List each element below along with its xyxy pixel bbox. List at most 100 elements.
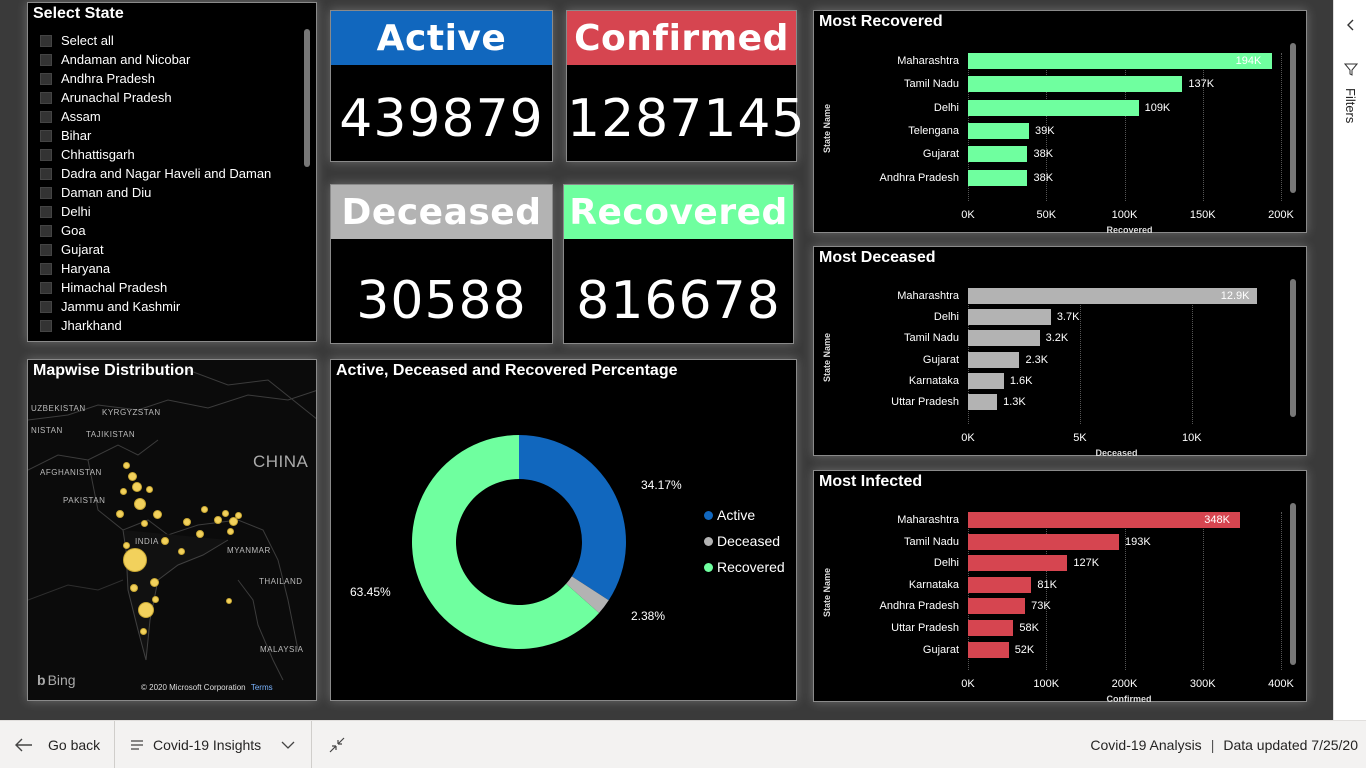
state-slicer[interactable]: Select State Select all Andaman and Nicob… <box>27 2 317 342</box>
slicer-item[interactable]: Gujarat <box>40 240 296 259</box>
most-deceased-chart[interactable]: 0K 5K 10K Maharashtra 12.9K Delhi 3.7K Tamil Na… <box>822 288 1259 458</box>
slicer-item[interactable]: Select all <box>40 31 296 50</box>
map-bubble[interactable] <box>130 584 138 592</box>
bar-row[interactable]: Karnataka 1.6K <box>909 372 1259 389</box>
map-bubble[interactable] <box>178 548 185 555</box>
bar-row[interactable]: Karnataka 81K <box>909 576 1281 593</box>
bar[interactable] <box>968 76 1183 93</box>
map-bubble[interactable] <box>141 520 148 527</box>
map-bubble[interactable] <box>128 472 137 481</box>
checkbox[interactable] <box>40 281 52 294</box>
bar[interactable] <box>968 372 1004 389</box>
bar-row[interactable]: Uttar Pradesh 1.3K <box>891 394 1259 410</box>
slicer-item[interactable]: Chhattisgarh <box>40 145 296 164</box>
checkbox[interactable] <box>40 129 52 142</box>
bar-row[interactable]: Delhi 127K <box>934 555 1281 572</box>
map-bubble[interactable] <box>201 506 208 513</box>
collapse-chevron-icon[interactable] <box>1344 18 1358 32</box>
checkbox[interactable] <box>40 205 52 218</box>
slicer-item[interactable]: Delhi <box>40 202 296 221</box>
bar-row[interactable]: Gujarat 2.3K <box>923 351 1259 368</box>
map-bubble[interactable] <box>134 498 146 510</box>
slicer-item[interactable]: Andaman and Nicobar <box>40 50 296 69</box>
most-infected-scrollbar[interactable] <box>1290 503 1296 665</box>
slicer-scrollbar[interactable] <box>304 29 310 167</box>
map-bubble[interactable] <box>152 596 159 603</box>
bar[interactable] <box>968 330 1040 347</box>
slicer-item[interactable]: Dadra and Nagar Haveli and Daman <box>40 164 296 183</box>
map-bubble[interactable] <box>235 512 242 519</box>
go-back-button[interactable]: Go back <box>14 721 100 768</box>
checkbox[interactable] <box>40 243 52 256</box>
bar-row[interactable]: Andhra Pradesh 38K <box>880 169 1281 186</box>
map-bubble[interactable] <box>227 528 234 535</box>
filters-pane[interactable]: Filters <box>1333 0 1366 720</box>
bar-row[interactable]: Telengana 39K <box>908 122 1281 139</box>
bar[interactable] <box>968 99 1139 116</box>
bar-row[interactable]: Tamil Nadu 137K <box>904 76 1281 93</box>
bar[interactable] <box>968 53 1272 69</box>
checkbox[interactable] <box>40 262 52 275</box>
checkbox[interactable] <box>40 34 52 47</box>
bar-row[interactable]: Maharashtra 348K <box>897 512 1281 528</box>
donut-slice-active[interactable] <box>519 435 626 601</box>
bar[interactable] <box>968 394 998 410</box>
map-bubble[interactable] <box>116 510 124 518</box>
map-bubble[interactable] <box>123 462 130 469</box>
donut-chart[interactable] <box>331 360 798 702</box>
bar[interactable] <box>968 309 1051 326</box>
slicer-item[interactable]: Daman and Diu <box>40 183 296 202</box>
bar-row[interactable]: Maharashtra 194K <box>897 53 1281 69</box>
checkbox[interactable] <box>40 72 52 85</box>
map-bubble[interactable] <box>123 542 130 549</box>
checkbox[interactable] <box>40 167 52 180</box>
map-bubble[interactable] <box>150 578 159 587</box>
map-bubble[interactable] <box>183 518 191 526</box>
bar[interactable] <box>968 169 1028 186</box>
slicer-item[interactable]: Haryana <box>40 259 296 278</box>
most-deceased-scrollbar[interactable] <box>1290 279 1296 417</box>
bar-row[interactable]: Tamil Nadu 3.2K <box>904 330 1259 347</box>
map-bubble[interactable] <box>138 602 154 618</box>
bar[interactable] <box>968 146 1028 163</box>
map-bubble[interactable] <box>161 537 169 545</box>
slicer-item[interactable]: Jammu and Kashmir <box>40 297 296 316</box>
bar[interactable] <box>968 576 1032 593</box>
most-recovered-chart[interactable]: 0K 50K 100K 150K 200K Maharashtra 194K Tamil Na… <box>822 53 1294 235</box>
bar-row[interactable]: Delhi 109K <box>934 99 1281 116</box>
checkbox[interactable] <box>40 224 52 237</box>
map-bubble[interactable] <box>123 548 147 572</box>
bar[interactable] <box>968 598 1026 615</box>
checkbox[interactable] <box>40 186 52 199</box>
slicer-item[interactable]: Andhra Pradesh <box>40 69 296 88</box>
map-bubble[interactable] <box>120 488 127 495</box>
slicer-item[interactable]: Jharkhand <box>40 316 296 335</box>
map-bubble[interactable] <box>153 510 162 519</box>
bar[interactable] <box>968 620 1014 636</box>
bar-row[interactable]: Maharashtra 12.9K <box>897 288 1259 304</box>
map-bubble[interactable] <box>146 486 153 493</box>
checkbox[interactable] <box>40 300 52 313</box>
page-selector[interactable]: Covid-19 Insights <box>130 721 295 768</box>
map-bubble[interactable] <box>132 482 142 492</box>
legend-item-deceased[interactable]: Deceased <box>704 533 780 549</box>
most-infected-chart[interactable]: 0K 100K 200K 300K 400K Maharashtra 348K Tamil N… <box>822 512 1294 704</box>
bar[interactable] <box>968 288 1257 304</box>
checkbox[interactable] <box>40 110 52 123</box>
bar-row[interactable]: Uttar Pradesh 58K <box>891 620 1281 636</box>
bar[interactable] <box>968 641 1009 658</box>
map-bubble[interactable] <box>226 598 232 604</box>
slicer-item[interactable]: Himachal Pradesh <box>40 278 296 297</box>
map-bubble[interactable] <box>196 530 204 538</box>
checkbox[interactable] <box>40 91 52 104</box>
map-bubble[interactable] <box>222 510 229 517</box>
bar-row[interactable]: Tamil Nadu 193K <box>904 533 1281 550</box>
map-bubble[interactable] <box>140 628 147 635</box>
bar-row[interactable]: Delhi 3.7K <box>934 309 1259 326</box>
bar[interactable] <box>968 533 1120 550</box>
bar[interactable] <box>968 351 1020 368</box>
bar[interactable] <box>968 122 1030 139</box>
bar[interactable] <box>968 512 1241 528</box>
legend-item-active[interactable]: Active <box>704 507 755 523</box>
terms-link[interactable]: Terms <box>251 683 273 692</box>
